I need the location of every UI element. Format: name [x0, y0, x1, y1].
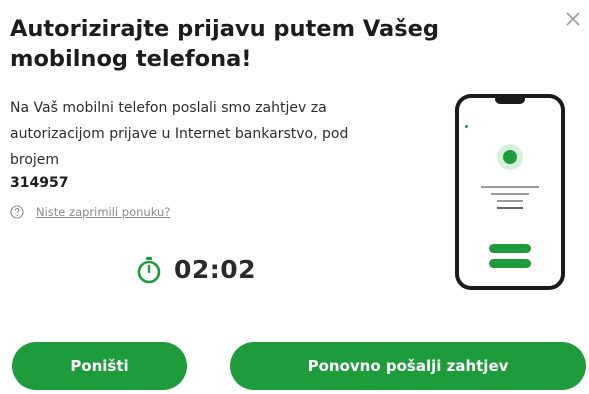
bank-logo-icon [465, 125, 468, 128]
not-received-link[interactable]: Niste zaprimili ponuku? [36, 205, 170, 219]
phone-text-line [497, 200, 523, 202]
phone-illustration [455, 94, 565, 290]
question-circle-icon [10, 205, 24, 219]
resend-request-button[interactable]: Ponovno pošalji zahtjev [230, 342, 586, 390]
phone-notch [495, 98, 525, 104]
close-icon [566, 12, 580, 26]
countdown-timer: 02:02 [136, 255, 256, 284]
cancel-button[interactable]: Poništi [12, 342, 187, 390]
phone-button [489, 259, 531, 268]
dialog-title: Autorizirajte prijavu putem Vašeg mobiln… [10, 16, 439, 72]
timer-value: 02:02 [174, 255, 257, 284]
phone-status-icon [503, 150, 517, 164]
close-button[interactable] [564, 10, 582, 28]
stopwatch-icon [137, 256, 161, 283]
phone-text-line [491, 193, 529, 195]
phone-screen [459, 98, 561, 286]
dialog-description: Na Vaš mobilni telefon poslali smo zahtj… [10, 100, 349, 168]
help-row: Niste zaprimili ponuku? [10, 205, 170, 219]
phone-text-line [481, 186, 539, 188]
phone-button [489, 244, 531, 253]
request-number: 314957 [10, 175, 69, 191]
phone-text-line [497, 207, 523, 209]
